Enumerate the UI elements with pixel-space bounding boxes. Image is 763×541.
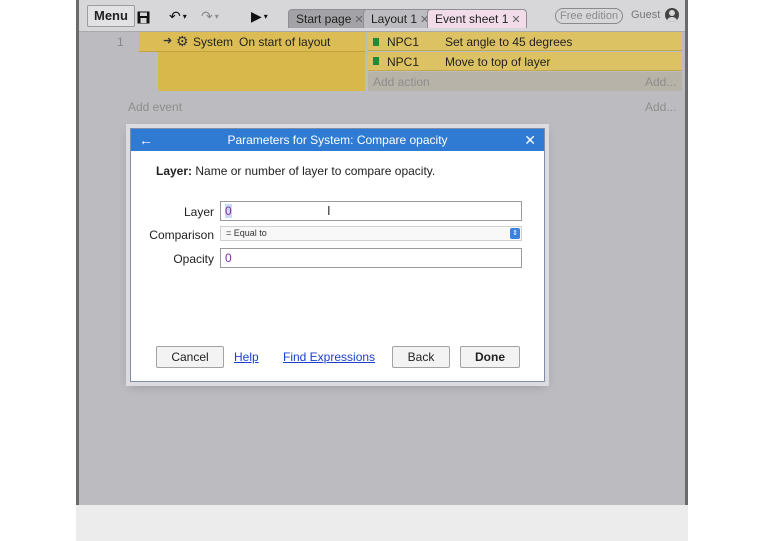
edition-badge: Free edition [555,8,624,24]
save-icon[interactable] [137,6,150,26]
tab-start-page[interactable]: Start page ✕ [288,9,370,28]
comparison-select[interactable]: = Equal to ⇕ [220,226,522,241]
condition-object: System [193,35,234,49]
action-object: NPC1 [387,55,420,69]
opacity-label: Opacity [173,252,214,266]
user-label: Guest [631,9,661,21]
close-tab-icon[interactable]: ✕ [511,14,520,26]
text-cursor-icon: I [327,203,331,218]
dialog-title: Parameters for System: Compare opacity [131,129,544,151]
sprite-icon [373,38,379,46]
tab-layout-1[interactable]: Layout 1 ✕ [363,9,436,28]
cancel-button[interactable]: Cancel [156,346,224,368]
add-event-link[interactable]: Add event [128,100,182,114]
menu-button[interactable]: Menu [87,5,135,27]
description-text: Name or number of layer to compare opaci… [192,164,436,178]
find-expressions-link[interactable]: Find Expressions [283,350,375,364]
sprite-icon [373,57,379,65]
add-action-link[interactable]: Add action [373,75,430,89]
action-object: NPC1 [387,35,420,49]
tab-label: Event sheet 1 [435,12,509,26]
select-chevron-icon: ⇕ [510,228,520,239]
condition-text: On start of layout [239,35,331,49]
opacity-value: 0 [225,251,232,265]
action-text: Move to top of layer [445,55,551,69]
play-icon[interactable]: ▶ ▾ [251,6,268,26]
parameters-dialog: Parameters for System: Compare opacity ←… [130,128,545,382]
opacity-input[interactable]: 0 [220,248,522,268]
toolbar: Menu ↶ ▾ ↷ ▾ ▶ ▾ Start page ✕ Layout 1 ✕ Even… [79,0,685,32]
arrow-right-icon: ➜ [163,35,173,47]
action-text: Set angle to 45 degrees [445,35,573,49]
gear-icon: ⚙ [176,33,189,49]
add-event-more-link[interactable]: Add... [645,100,676,114]
comparison-label: Comparison [149,228,214,242]
comparison-value: = Equal to [226,228,267,238]
tab-event-sheet-1[interactable]: Event sheet 1 ✕ [427,9,527,28]
tab-label: Start page [296,12,352,26]
close-icon[interactable]: ✕ [524,129,536,151]
parameter-description: Layer: Name or number of layer to compar… [156,164,435,178]
back-button[interactable]: Back [392,346,450,368]
description-label: Layer: [156,164,193,178]
status-bar [76,505,688,541]
back-arrow-icon[interactable]: ← [139,129,153,151]
layer-input[interactable]: 0 [220,201,522,221]
tab-label: Layout 1 [371,12,418,26]
undo-icon[interactable]: ↶ ▾ [169,6,187,26]
layer-value: 0 [225,204,232,218]
layer-label: Layer [183,205,214,219]
add-action-more-link[interactable]: Add... [645,75,676,89]
redo-icon[interactable]: ↷ ▾ [201,6,219,26]
done-button[interactable]: Done [460,346,520,368]
event-number: 1 [117,35,124,49]
user-icon[interactable] [665,8,679,22]
help-link[interactable]: Help [234,350,259,364]
